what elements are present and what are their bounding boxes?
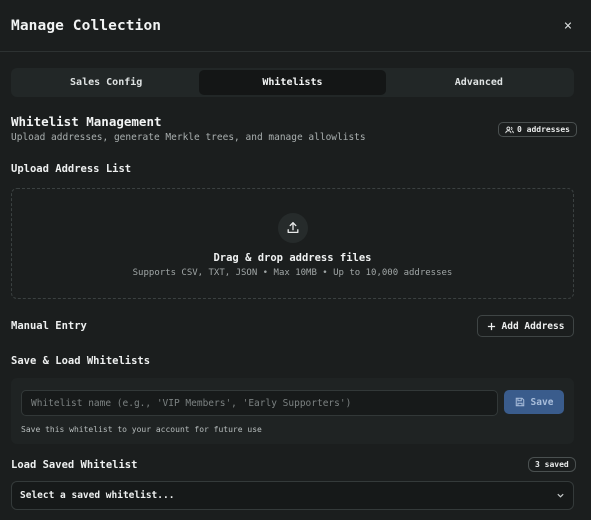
dropzone-subtitle: Supports CSV, TXT, JSON • Max 10MB • Up … [132,268,453,278]
tab-advanced[interactable]: Advanced [386,70,572,95]
save-hint: Save this whitelist to your account for … [21,425,262,434]
section-subtitle: Upload addresses, generate Merkle trees,… [11,132,366,143]
file-dropzone[interactable]: Drag & drop address files Supports CSV, … [11,188,574,299]
floppy-disk-icon [515,397,524,407]
upload-label: Upload Address List [11,163,132,175]
section-title: Whitelist Management [11,114,162,129]
close-icon: × [563,17,573,34]
modal-header: Manage Collection × [0,0,591,52]
add-address-button[interactable]: Add Address [477,315,574,337]
saved-whitelist-select[interactable]: Select a saved whitelist... [11,481,574,510]
manual-entry-label: Manual Entry [11,320,87,332]
save-load-label: Save & Load Whitelists [11,355,151,367]
save-button-label: Save [530,396,554,408]
save-whitelist-panel: Save Save this whitelist to your account… [11,378,574,444]
close-button[interactable]: × [557,15,579,37]
section-header: Whitelist Management Upload addresses, g… [11,114,366,143]
modal-title: Manage Collection [11,17,162,34]
upload-icon [287,222,298,234]
load-saved-label: Load Saved Whitelist [11,459,138,471]
tab-whitelists[interactable]: Whitelists [199,70,386,95]
users-icon [505,126,514,133]
select-value: Select a saved whitelist... [20,490,175,501]
saved-count-badge: 3 saved [528,457,576,472]
add-address-label: Add Address [501,320,565,332]
dropzone-title: Drag & drop address files [213,252,372,264]
address-count-badge: 0 addresses [498,122,577,137]
upload-icon-wrap [277,213,308,243]
tab-sales-config[interactable]: Sales Config [13,70,199,95]
save-button[interactable]: Save [504,390,564,414]
whitelist-name-input[interactable] [21,390,498,416]
chevron-down-icon [557,493,564,498]
tab-bar: Sales Config Whitelists Advanced [11,68,574,97]
plus-icon [487,322,495,330]
manage-collection-modal: Manage Collection × Sales Config Whiteli… [0,0,591,520]
address-count-label: 0 addresses [517,125,570,134]
